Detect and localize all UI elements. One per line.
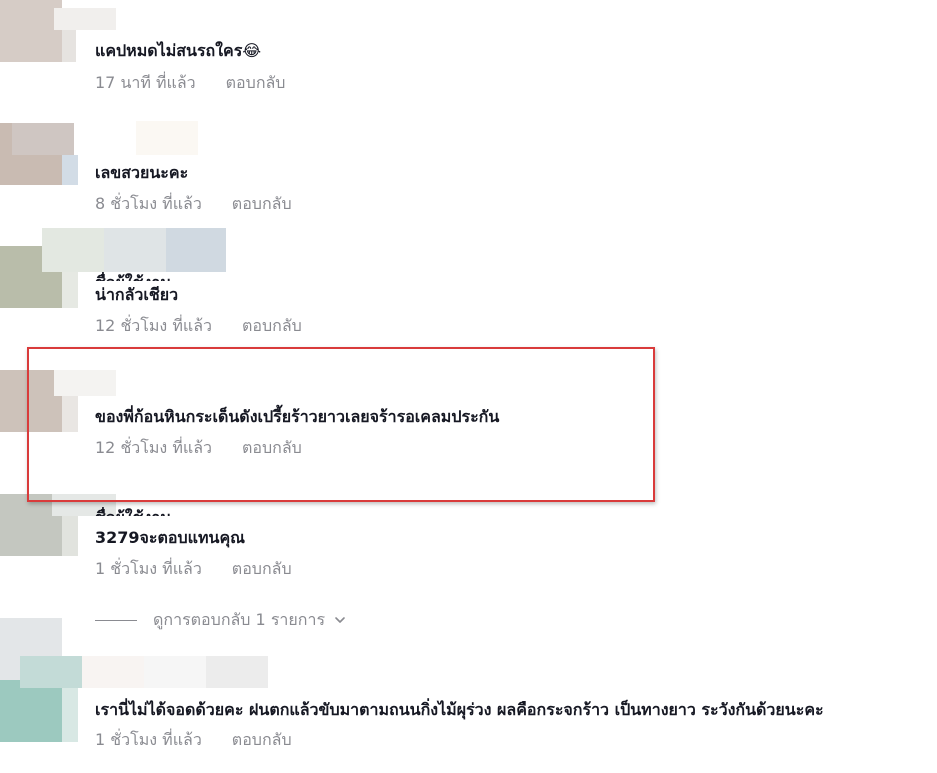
comment-meta: 17 นาที ที่แล้ว ตอบกลับ (95, 72, 285, 94)
reply-button[interactable]: ตอบกลับ (232, 194, 292, 213)
comment-time: 8 ชั่วโมง ที่แล้ว (95, 194, 202, 213)
comment-text: เลขสวยนะคะ (95, 163, 189, 182)
blurred-username (54, 8, 116, 30)
comment-meta: 12 ชั่วโมง ที่แล้ว ตอบกลับ (95, 315, 302, 337)
comment-time: 1 ชั่วโมง ที่แล้ว (95, 730, 202, 749)
comment-text: เรานี่ไม่ได้จอดด้วยคะ ฝนตกแล้วขับมาตามถน… (95, 700, 824, 719)
blurred-username (62, 272, 78, 308)
blurred-username (166, 228, 226, 272)
comment-text: ของพี่ก้อนหินกระเด็นดังเปรี้ยร้าวยาวเลยจ… (95, 407, 500, 426)
comment-text: แคปหมดไม่สนรถใคร😂 (95, 41, 262, 60)
blurred-username (54, 370, 116, 396)
blurred-username (82, 656, 144, 688)
blurred-username (62, 30, 76, 62)
comment-time: 17 นาที ที่แล้ว (95, 73, 196, 92)
comment-meta: 8 ชั่วโมง ที่แล้ว ตอบกลับ (95, 193, 292, 215)
comment-username-cutoff: ชื่อผู้ใช้งาน (95, 507, 171, 516)
comment-meta: 1 ชั่วโมง ที่แล้ว ตอบกลับ (95, 729, 292, 751)
reply-button[interactable]: ตอบกลับ (232, 730, 292, 749)
blurred-username (62, 155, 78, 185)
blurred-username (62, 396, 78, 432)
blurred-username (144, 656, 206, 688)
comment-text: น่ากลัวเชียว (95, 285, 179, 304)
blurred-username (104, 228, 166, 272)
divider-line (95, 619, 137, 621)
blurred-username (62, 688, 78, 742)
comment-username-cutoff: ชื่อผู้ใช้งาน (95, 272, 171, 281)
blurred-username (62, 516, 78, 556)
avatar[interactable] (0, 0, 62, 62)
blurred-username (42, 228, 104, 272)
comment-meta: 12 ชั่วโมง ที่แล้ว ตอบกลับ (95, 437, 302, 459)
reply-button[interactable]: ตอบกลับ (242, 316, 302, 335)
blurred-username (20, 656, 82, 688)
avatar[interactable] (0, 680, 62, 742)
blurred-username (12, 123, 74, 155)
comment-text: 3279จะตอบแทนคุณ (95, 528, 245, 547)
comment-time: 1 ชั่วโมง ที่แล้ว (95, 559, 202, 578)
comment-time: 12 ชั่วโมง ที่แล้ว (95, 316, 212, 335)
chevron-down-icon (335, 617, 345, 623)
comment-meta: 1 ชั่วโมง ที่แล้ว ตอบกลับ (95, 558, 292, 580)
reply-button[interactable]: ตอบกลับ (226, 73, 286, 92)
view-replies-label: ดูการตอบกลับ 1 รายการ (153, 609, 326, 629)
laughing-emoji-icon: 😂 (242, 41, 262, 60)
reply-button[interactable]: ตอบกลับ (242, 438, 302, 457)
comment-time: 12 ชั่วโมง ที่แล้ว (95, 438, 212, 457)
blurred-username (136, 121, 198, 155)
reply-button[interactable]: ตอบกลับ (232, 559, 292, 578)
blurred-username (206, 656, 268, 688)
view-replies-button[interactable]: ดูการตอบกลับ 1 รายการ (95, 609, 347, 631)
avatar[interactable] (0, 370, 62, 432)
